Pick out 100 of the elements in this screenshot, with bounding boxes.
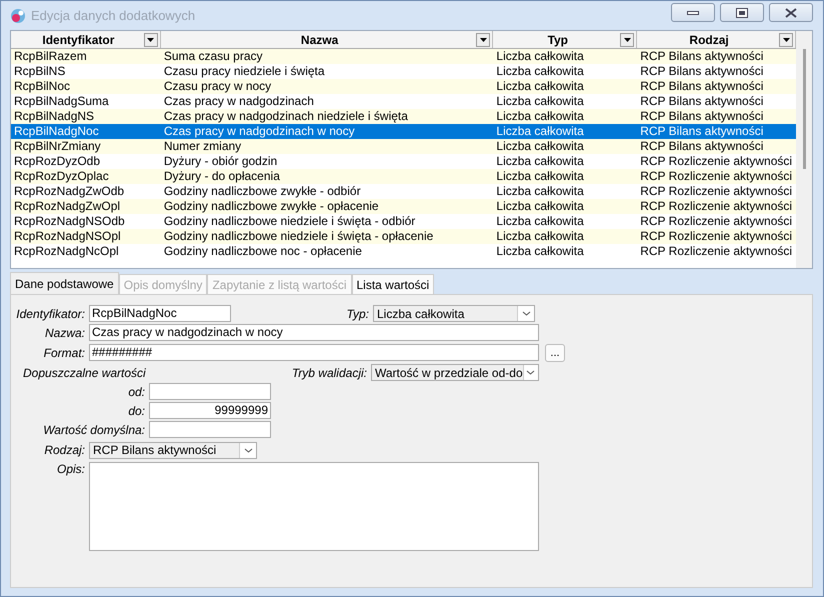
table-cell-text: Godziny nadliczbowe zwykłe - odbiór (162, 184, 362, 199)
table-cell-text: RcpBilNS (13, 64, 66, 79)
table-cell-text: RCP Rozliczenie aktywności (639, 244, 794, 259)
caret-icon (522, 311, 530, 316)
maximize-button[interactable] (720, 3, 764, 22)
table-cell-text: Godziny nadliczbowe noc - opłacenie (162, 244, 363, 259)
table-cell-text: Czas pracy w nadgodzinach niedziele i święta (162, 109, 409, 124)
close-button[interactable] (769, 3, 813, 22)
table-cell-text: Liczba całkowita (495, 109, 585, 124)
column-header[interactable]: Typ (493, 31, 638, 48)
window-title: Edycja danych dodatkowych (31, 8, 196, 23)
column-header[interactable]: Rodzaj (637, 31, 796, 48)
table-cell-text: RcpBilNadgNS (13, 109, 96, 124)
section-label: Dopuszczalne wartości (22, 366, 147, 380)
table-cell-text: RCP Rozliczenie aktywności (639, 169, 794, 184)
caret-icon (244, 448, 252, 452)
table-cell-text: RCP Bilans aktywności (639, 64, 764, 79)
table-cell-text: Numer zmiany (162, 139, 242, 154)
table-cell-text: RCP Rozliczenie aktywności (639, 199, 794, 214)
table-cell-text: RcpBilRazem (13, 49, 88, 64)
table-cell-text: Suma czasu pracy (162, 49, 264, 64)
column-header[interactable]: Nazwa (160, 31, 494, 48)
input-field[interactable]: RcpBilNadgNoc (89, 305, 231, 322)
browse-button[interactable]: ... (545, 344, 565, 362)
filter-button[interactable] (476, 32, 490, 46)
table-cell-text: Czas pracy w nadgodzinach (162, 94, 315, 109)
field-label: Identyfikator: (15, 306, 86, 320)
table-cell-text: RcpRozNadgNcOpl (13, 244, 120, 259)
table-row[interactable]: RcpBilNrZmiany Numer zmiany Liczba całkowita RCP Bilans aktywności (11, 139, 796, 154)
table-cell-text: RcpBilNadgSuma (13, 94, 110, 109)
table-cell-text: Godziny nadliczbowe zwykłe - opłacenie (162, 199, 380, 214)
table-row[interactable]: RcpBilRazem Suma czasu pracy Liczba całkowita RCP Bilans aktywności (11, 49, 796, 64)
field-label: Wartość domyślna: (42, 422, 146, 436)
field-label: Opis: (56, 462, 86, 476)
field-label: Nazwa: (44, 326, 86, 340)
table-cell-text: RcpRozDyzOplac (13, 169, 110, 184)
table-cell-text: RCP Rozliczenie aktywności (639, 229, 794, 244)
table-row[interactable]: RcpBilNoc Czasu pracy w nocy Liczba całkowita RCP Bilans aktywności (11, 79, 796, 94)
triangle-icon (624, 38, 631, 42)
input-field[interactable]: 99999999 (149, 402, 271, 419)
table-cell-text: RcpRozNadgZwOpl (13, 199, 122, 214)
table-row[interactable]: RcpRozNadgZwOpl Godziny nadliczbowe zwykłe - opłacenie Liczba całkowita RCP Rozliczenie aktywności (11, 199, 796, 214)
close-icon (785, 8, 797, 18)
table-cell-text: Liczba całkowita (495, 229, 585, 244)
table-cell-text: Liczba całkowita (495, 214, 585, 229)
field-label: Rodzaj: (43, 443, 86, 457)
table-cell-text: RcpBilNadgNoc (13, 124, 100, 139)
validation-select[interactable]: Wartość w przedziale od-do (371, 364, 539, 381)
maximize-icon (736, 8, 748, 18)
table-cell-text: RcpRozNadgNSOpl (13, 229, 122, 244)
minimize-icon (687, 10, 699, 14)
table-cell-text: Liczba całkowita (495, 139, 585, 154)
caret-icon (526, 370, 536, 375)
field-label: Tryb walidacji: (290, 366, 368, 380)
table-cell-text: Dyżury - obiór godzin (162, 154, 278, 169)
table-cell-text: RCP Bilans aktywności (639, 49, 764, 64)
table-cell-text: RCP Bilans aktywności (639, 139, 764, 154)
table-cell-text: Liczba całkowita (495, 184, 585, 199)
input-field[interactable]: ######### (89, 344, 539, 361)
tab[interactable]: Lista wartości (352, 274, 434, 294)
filter-button[interactable] (144, 32, 158, 46)
triangle-icon (480, 38, 487, 42)
field-label: Format: (42, 346, 86, 360)
table-cell-text: Liczba całkowita (495, 79, 585, 94)
table-cell-text: Czas pracy w nadgodzinach w nocy (162, 124, 356, 139)
input-field[interactable] (149, 421, 271, 438)
table-cell-text: RCP Rozliczenie aktywności (639, 214, 794, 229)
table-cell-text: Liczba całkowita (495, 64, 585, 79)
scrollbar[interactable] (796, 31, 812, 268)
table-cell-text: RcpRozDyzOdb (13, 154, 102, 169)
table-cell-text: Godziny nadliczbowe niedziele i święta - odbiór (162, 214, 416, 229)
input-field[interactable]: Czas pracy w nadgodzinach w nocy (89, 324, 539, 341)
field-label: od: (127, 384, 146, 398)
table-cell-text: RCP Bilans aktywności (639, 124, 764, 139)
table-cell-text: Liczba całkowita (495, 244, 585, 259)
filter-button[interactable] (779, 32, 793, 46)
table-row[interactable]: RcpRozNadgNSOpl Godziny nadliczbowe niedziele i święta - opłacenie Liczba całkowita RCP Rozliczenie aktywności (11, 229, 796, 244)
triangle-icon (782, 38, 790, 42)
field-label: do: (127, 404, 146, 418)
table-row[interactable]: RcpBilNadgNoc Czas pracy w nadgodzinach w nocy Liczba całkowita RCP Bilans aktywności (11, 124, 796, 139)
table-cell-text: Liczba całkowita (495, 49, 585, 64)
table-row[interactable]: RcpRozDyzOplac Dyżury - do opłacenia Liczba całkowita RCP Rozliczenie aktywności (11, 169, 796, 184)
table-cell-text: Czasu pracy niedziele i święta (162, 64, 326, 79)
triangle-icon (147, 38, 154, 42)
table-cell-text: Godziny nadliczbowe niedziele i święta - opłacenie (162, 229, 434, 244)
input-field[interactable] (149, 383, 271, 400)
table-cell-text: RCP Rozliczenie aktywności (639, 184, 794, 199)
table-cell-text: RcpRozNadgNSOdb (13, 214, 126, 229)
minimize-button[interactable] (671, 3, 715, 22)
kind-select[interactable]: RCP Bilans aktywności (89, 442, 257, 458)
column-header[interactable]: Identyfikator (11, 31, 161, 48)
table-cell-text: Czasu pracy w nocy (162, 79, 272, 94)
table-row[interactable]: RcpBilNadgNS Czas pracy w nadgodzinach niedziele i święta Liczba całkowita RCP Bilans aktywności (11, 109, 796, 124)
tab[interactable]: Dane podstawowe (10, 272, 119, 294)
table-cell-text: RCP Rozliczenie aktywności (639, 154, 794, 169)
table-cell-text: Liczba całkowita (495, 94, 585, 109)
type-select[interactable]: Liczba całkowita (373, 305, 535, 322)
filter-button[interactable] (620, 32, 634, 46)
description-field[interactable] (89, 462, 539, 551)
table-cell-text: RcpBilNoc (13, 79, 72, 94)
